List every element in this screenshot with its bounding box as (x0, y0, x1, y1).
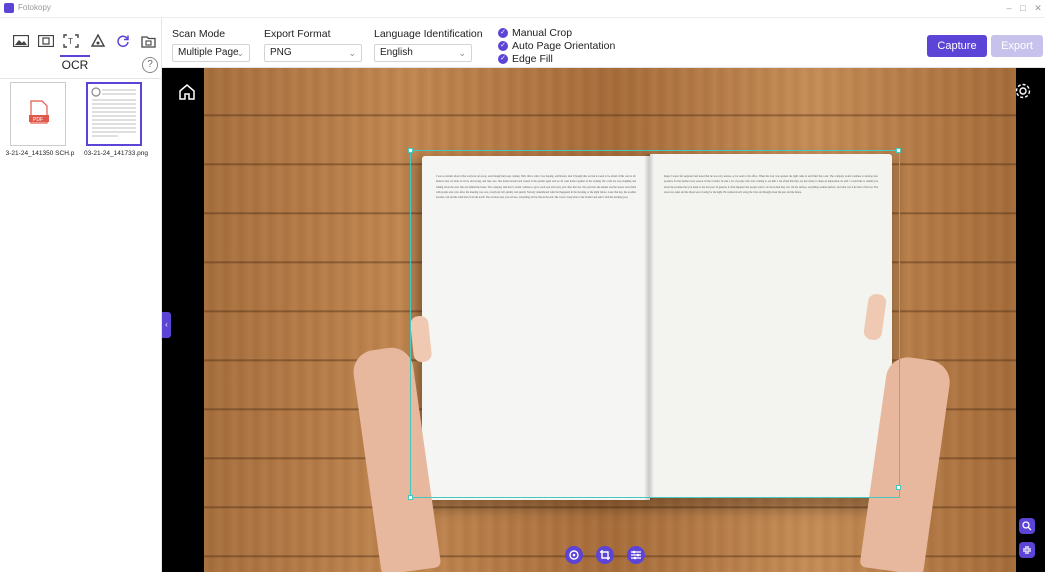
check-icon: ✓ (498, 28, 508, 38)
maximize-button[interactable]: □ (1016, 1, 1030, 15)
edge-fill-checkbox[interactable]: ✓ Edge Fill (498, 53, 553, 65)
tab-ocr[interactable]: OCR (60, 58, 90, 72)
fit-screen-icon[interactable] (1019, 542, 1035, 558)
help-button[interactable]: ? (142, 57, 158, 73)
crop-handle[interactable] (896, 148, 901, 153)
crop-handle[interactable] (896, 485, 901, 490)
crop-icon[interactable] (596, 546, 614, 564)
collapse-panel-button[interactable]: ‹ (162, 312, 171, 338)
thumbnail-image (86, 82, 142, 146)
export-format-value: PNG (270, 47, 292, 58)
settings-icon[interactable] (1014, 82, 1032, 100)
pdf-file-icon: PDF (29, 100, 49, 124)
thumbnail-image: PDF (10, 82, 66, 146)
check-icon: ✓ (498, 41, 508, 51)
language-select[interactable]: English ⌄ (374, 44, 472, 62)
language-label: Language Identification (374, 28, 483, 40)
chevron-down-icon: ⌄ (236, 48, 244, 58)
ocr-icon[interactable]: T (63, 34, 79, 48)
close-button[interactable]: ✕ (1031, 1, 1045, 15)
tool-row: T OCR ? (0, 18, 162, 73)
active-tab-indicator (60, 55, 90, 57)
edge-fill-label: Edge Fill (512, 53, 553, 65)
export-format-label: Export Format (264, 28, 331, 40)
auto-orientation-checkbox[interactable]: ✓ Auto Page Orientation (498, 40, 615, 52)
home-icon[interactable] (177, 82, 197, 102)
svg-text:PDF: PDF (33, 117, 43, 123)
export-button[interactable]: Export (991, 35, 1043, 57)
left-panel: T OCR ? PDF 3-21-24_141350 SCH.p 03-21-2… (0, 18, 162, 572)
refresh-icon[interactable] (115, 34, 131, 48)
crop-frame[interactable] (410, 150, 900, 498)
panel-divider (0, 78, 162, 79)
title-bar: Fotokopy – □ ✕ (0, 0, 1045, 18)
page-preview-icon (91, 87, 136, 137)
preview-canvas[interactable]: I was so startled about it that everyone… (162, 68, 1045, 572)
scanned-image: I was so startled about it that everyone… (204, 68, 1016, 572)
crop-handle[interactable] (408, 148, 413, 153)
language-value: English (380, 47, 413, 58)
folder-icon[interactable] (140, 34, 156, 48)
app-logo (4, 3, 14, 13)
thumbnail-name: 03-21-24_141733.png (84, 150, 148, 157)
app-title: Fotokopy (18, 3, 51, 12)
erase-icon[interactable] (90, 34, 106, 48)
export-format-select[interactable]: PNG ⌄ (264, 44, 362, 62)
document-scan-icon[interactable] (38, 34, 54, 48)
thumbnail-item[interactable]: PDF 3-21-24_141350 SCH.p (4, 82, 76, 162)
capture-button[interactable]: Capture (927, 35, 987, 57)
rotate-icon[interactable] (565, 546, 583, 564)
check-icon: ✓ (498, 54, 508, 64)
manual-crop-checkbox[interactable]: ✓ Manual Crop (498, 27, 572, 39)
adjust-icon[interactable] (627, 546, 645, 564)
auto-orientation-label: Auto Page Orientation (512, 40, 616, 52)
svg-text:T: T (68, 37, 73, 46)
chevron-down-icon: ⌄ (348, 48, 356, 58)
image-icon[interactable] (13, 34, 29, 48)
crop-handle[interactable] (408, 495, 413, 500)
scan-mode-value: Multiple Page (178, 47, 239, 58)
scan-mode-label: Scan Mode (172, 28, 226, 40)
minimize-button[interactable]: – (1002, 1, 1016, 15)
toolbar: Scan Mode Multiple Page ⌄ Export Format … (162, 18, 1045, 68)
thumbnail-item[interactable]: 03-21-24_141733.png (80, 82, 152, 162)
thumbnail-name: 3-21-24_141350 SCH.p (5, 150, 75, 157)
chevron-down-icon: ⌄ (458, 48, 466, 58)
manual-crop-label: Manual Crop (512, 27, 573, 39)
zoom-icon[interactable] (1019, 518, 1035, 534)
scan-mode-select[interactable]: Multiple Page ⌄ (172, 44, 250, 62)
